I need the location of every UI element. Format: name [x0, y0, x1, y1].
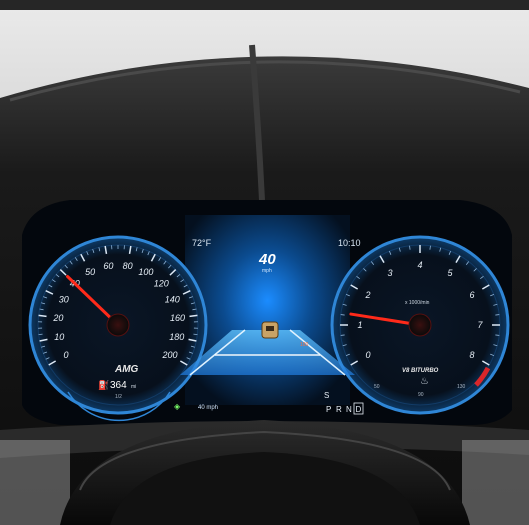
oil-temp-icon: ♨: [420, 376, 429, 387]
rpm-minor-tick: [429, 245, 431, 250]
outside-temperature: 72°F: [192, 238, 212, 248]
cruise-speed: 40 mph: [198, 405, 218, 411]
oil-temp-min: 50: [374, 384, 380, 390]
left-background-glimpse: [0, 440, 70, 525]
speed-label: 140: [165, 294, 180, 304]
engine-badge: V8 BITURBO: [402, 368, 439, 374]
speed-label: 0: [64, 350, 69, 360]
rpm-label: 2: [365, 290, 371, 300]
lead-vehicle-window: [266, 326, 274, 331]
speed-tick: [189, 314, 198, 318]
instrument-cluster-photo: 010203040506080100120140160180200 AMG 01…: [0, 0, 529, 525]
gear-mode: S: [324, 391, 329, 400]
rpm-minor-tick: [495, 314, 500, 316]
speed-label: 120: [154, 278, 169, 288]
rpm-label: 4: [417, 260, 422, 270]
rpm-label: 0: [366, 350, 371, 360]
rpm-label: 3: [387, 268, 392, 278]
digital-speed-unit: mph: [262, 268, 272, 274]
range-value: 364: [110, 380, 127, 391]
rpm-label: 8: [469, 350, 474, 360]
gear-d: D: [356, 405, 362, 414]
speed-label: 20: [52, 313, 63, 323]
right-background-glimpse: [462, 440, 529, 525]
speed-label: 180: [169, 332, 184, 342]
oil-temp-mid: 90: [418, 392, 424, 398]
gear-r: R: [336, 405, 342, 414]
gear-n: N: [346, 405, 352, 414]
rpm-minor-tick: [340, 334, 345, 336]
speed-label: 30: [59, 294, 69, 304]
range-unit: mi: [131, 384, 136, 390]
rpm-label: 1: [357, 320, 362, 330]
rpm-label: 6: [469, 290, 474, 300]
digital-speed: 40: [258, 251, 276, 268]
top-border: [0, 0, 529, 10]
rpm-needle-hub: [408, 313, 432, 337]
rpm-unit-label: x 1000/min: [405, 300, 430, 306]
speed-label: 200: [161, 350, 177, 360]
tachometer: 012345678 x 1000/min V8 BITURBO 50 90 13…: [330, 235, 510, 415]
rpm-minor-tick: [340, 314, 345, 316]
assist-status-icon: ◈: [174, 402, 181, 411]
speed-tick: [38, 314, 47, 318]
fuel-fraction: 1/2: [115, 394, 122, 400]
speed-label: 80: [123, 261, 133, 271]
clock: 10:10: [338, 238, 361, 248]
speed-label: 10: [54, 332, 64, 342]
distance-value: 100: [300, 342, 309, 348]
speed-label: 60: [103, 261, 113, 271]
fuel-icon: ⛽: [98, 379, 109, 390]
speed-label: 100: [138, 267, 153, 277]
oil-temp-max: 130: [457, 384, 466, 390]
speed-needle-hub: [106, 313, 130, 337]
rpm-minor-tick: [409, 245, 411, 250]
speed-label: 160: [170, 313, 185, 323]
photo-stage: 010203040506080100120140160180200 AMG 01…: [0, 0, 529, 525]
speed-label: 50: [85, 267, 95, 277]
gear-p: P: [326, 405, 331, 414]
rpm-minor-tick: [495, 334, 500, 336]
amg-badge: AMG: [114, 364, 139, 375]
